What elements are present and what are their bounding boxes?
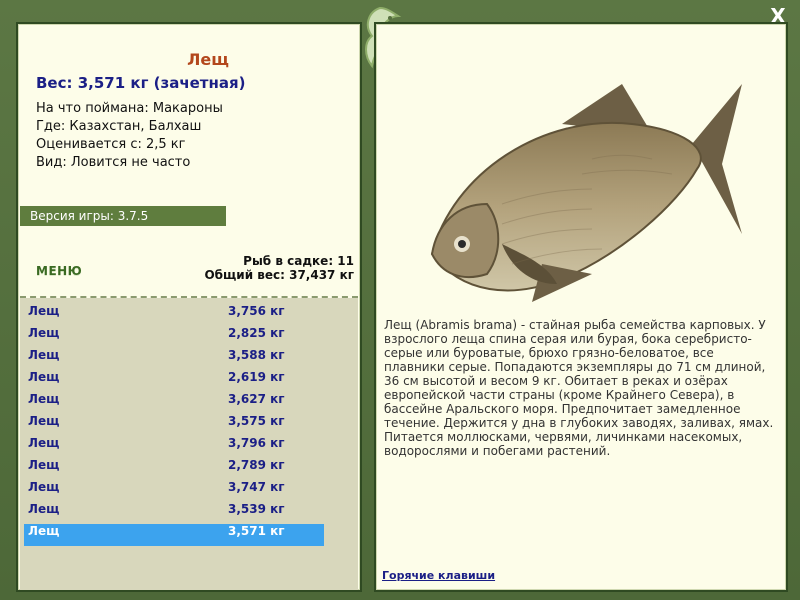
fish-title: Лещ <box>187 50 229 69</box>
menu-button[interactable]: МЕНЮ <box>36 264 82 278</box>
total-weight: Общий вес: 37,437 кг <box>204 268 354 282</box>
fish-description: Лещ (Abramis brama) - стайная рыба семей… <box>384 318 774 458</box>
fish-weight: Вес: 3,571 кг (зачетная) <box>36 74 246 92</box>
catch-info-panel: Лещ Вес: 3,571 кг (зачетная) На что пойм… <box>16 22 362 592</box>
catch-list-item[interactable]: Лещ 3,756 кг <box>24 304 324 326</box>
catch-list-item[interactable]: Лещ 3,588 кг <box>24 348 324 370</box>
caught-on-label: На что поймана: Макароны <box>36 101 223 116</box>
fish-count: Рыб в садке: 11 <box>243 254 354 268</box>
fish-details-panel: Лещ (Abramis brama) - стайная рыба семей… <box>374 22 788 592</box>
version-bar: Версия игры: 3.7.5 <box>20 206 226 226</box>
catch-list-item-selected[interactable]: Лещ 3,571 кг <box>24 524 324 546</box>
catch-list-item[interactable]: Лещ 2,619 кг <box>24 370 324 392</box>
hotkeys-link[interactable]: Горячие клавиши <box>382 569 495 582</box>
catch-list-item[interactable]: Лещ 3,539 кг <box>24 502 324 524</box>
fish-info: На что поймана: Макароны Где: Казахстан,… <box>36 100 223 172</box>
bream-fish-image <box>430 84 742 302</box>
catch-list-item[interactable]: Лещ 2,789 кг <box>24 458 324 480</box>
fish-type-label: Вид: Ловится не часто <box>36 155 191 170</box>
catch-list-item[interactable]: Лещ 3,575 кг <box>24 414 324 436</box>
location-label: Где: Казахстан, Балхаш <box>36 119 202 134</box>
rated-from-label: Оценивается с: 2,5 кг <box>36 137 186 152</box>
catch-list: Лещ 3,756 кг Лещ 2,825 кг Лещ 3,588 кг Лещ 2… <box>20 298 358 590</box>
catch-list-item[interactable]: Лещ 3,627 кг <box>24 392 324 414</box>
catch-list-item[interactable]: Лещ 3,747 кг <box>24 480 324 502</box>
catch-list-item[interactable]: Лещ 2,825 кг <box>24 326 324 348</box>
stats-block: Рыб в садке: 11 Общий вес: 37,437 кг <box>204 254 354 282</box>
catch-list-item[interactable]: Лещ 3,796 кг <box>24 436 324 458</box>
